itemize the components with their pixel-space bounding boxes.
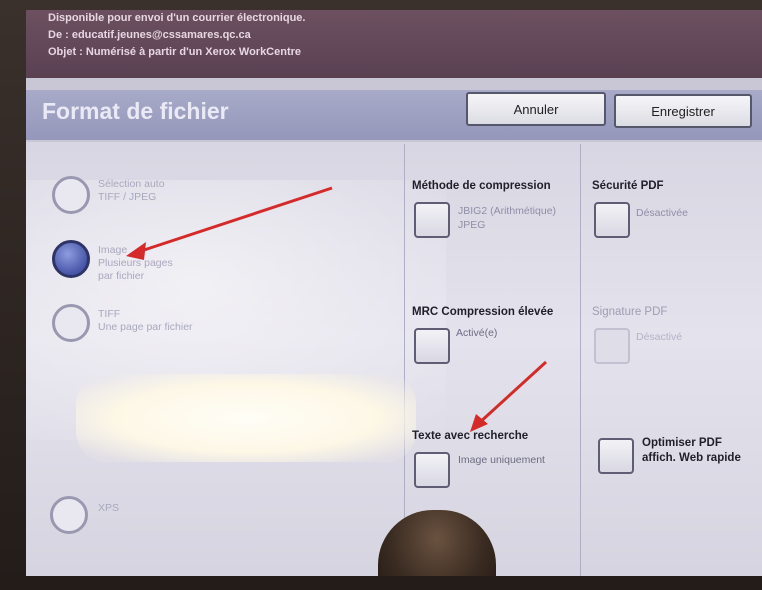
arrow-to-searchable-text (470, 360, 548, 432)
annotation-arrows (126, 186, 548, 432)
touch-screen: Disponible pour envoi d'un courrier élec… (26, 10, 762, 576)
arrow-to-multipage (126, 186, 333, 260)
